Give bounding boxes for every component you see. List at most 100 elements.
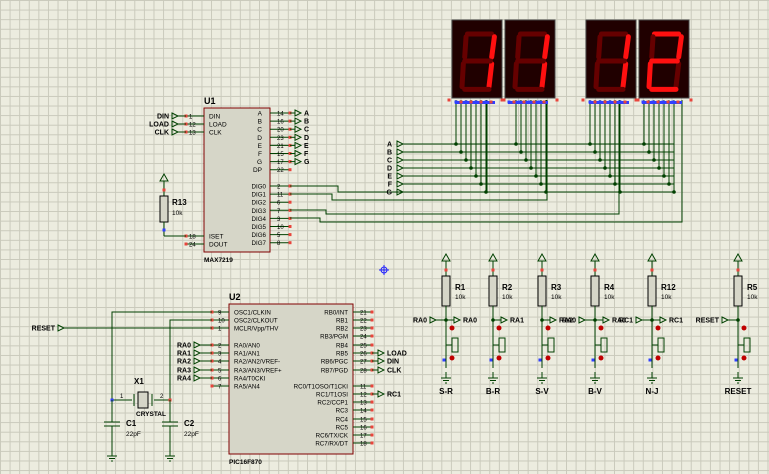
pin-name: E [258, 143, 263, 150]
pin-number: 11 [360, 385, 367, 391]
pin-name: DIG3 [252, 208, 267, 215]
net-label-arrow [721, 316, 730, 324]
pin-marker [370, 318, 374, 322]
button-contact [496, 325, 502, 331]
pin-name: DIG4 [252, 216, 267, 223]
pin-marker [210, 384, 214, 388]
pin-name: DIG0 [252, 184, 267, 191]
cap-value: 22pF [126, 431, 141, 438]
pin-marker [491, 268, 495, 272]
pin-name: DIG1 [252, 192, 267, 199]
push-button-n-j [657, 337, 665, 353]
x1-pin1: 1 [120, 394, 124, 400]
res-ref-r2: R2 [502, 283, 513, 292]
pin-marker [162, 228, 166, 232]
pin-name: DIG7 [252, 240, 267, 247]
pin-name: RB6/PGC [321, 359, 349, 366]
segment-b [623, 34, 631, 60]
cap-ref: C2 [184, 419, 195, 428]
pin-name: CLK [209, 130, 222, 137]
resistor-r4 [590, 275, 600, 307]
res-ref-r12: R12 [661, 283, 676, 292]
pin-number: 10 [218, 319, 225, 325]
pin-name: RC0/T1OSO/T1CKI [294, 384, 349, 391]
button-contact [545, 355, 551, 361]
segment-c [539, 61, 548, 90]
pin-marker [370, 425, 374, 429]
pin-marker [641, 100, 645, 104]
vcc-r2 [488, 252, 498, 262]
pin-marker [527, 100, 531, 104]
pin-marker [370, 326, 374, 330]
push-button-reset [743, 337, 751, 353]
net-label: RC1 [619, 318, 633, 325]
button-contact [655, 325, 661, 331]
net-label-arrow [500, 316, 509, 324]
pin-marker [444, 268, 448, 272]
bus-label-c: C [387, 158, 392, 165]
pin-name: RA0/AN0 [234, 343, 260, 350]
pin-name: OSC1/CLKIN [234, 310, 271, 317]
pin-number: 24 [360, 335, 367, 341]
bus-label-b: B [387, 150, 392, 157]
pin-number: 20 [277, 128, 284, 134]
vcc-r1 [441, 252, 451, 262]
pin-marker [555, 98, 559, 102]
pin-number: 2 [277, 185, 281, 191]
pin-number: 3 [277, 217, 281, 223]
pin-name: ISET [209, 234, 223, 241]
dig1-wire [290, 100, 548, 201]
pin-marker [517, 100, 521, 104]
push-button-b-v [600, 337, 608, 353]
net-label-clk-arrow [377, 366, 386, 374]
pin-marker [464, 100, 468, 104]
pin-number: 9 [218, 311, 222, 317]
u1-part: MAX7219 [204, 257, 233, 264]
res-value: 10k [661, 294, 672, 301]
pin-marker [454, 100, 458, 104]
pin-marker [459, 100, 463, 104]
pin-marker [288, 200, 292, 204]
button-label-s-r: S-R [439, 387, 453, 396]
net-label-ra0-arrow [193, 341, 202, 349]
button-label-b-r: B-R [486, 387, 500, 396]
pin-name: RA3/AN3/VREF+ [234, 368, 282, 375]
segment-b [489, 34, 497, 60]
u2-ref: U2 [229, 292, 241, 302]
pin-marker [500, 98, 504, 102]
pin-number: 3 [218, 352, 222, 358]
x1-pin2: 2 [160, 394, 164, 400]
net-label-ra4: RA4 [177, 376, 191, 383]
pin-number: 23 [360, 327, 367, 333]
pin-marker [370, 384, 374, 388]
button-contact [741, 325, 747, 331]
pin-number: 6 [218, 377, 222, 383]
button-contact [545, 325, 551, 331]
net-label-reset: RESET [32, 326, 56, 333]
pin-number: 1 [218, 327, 222, 333]
net-label-ra3: RA3 [177, 368, 191, 375]
pin-marker [651, 100, 655, 104]
pin-marker [370, 433, 374, 437]
net-label-arrow [602, 316, 611, 324]
bus-label-f: F [388, 182, 393, 189]
button-contact [496, 355, 502, 361]
pin-name: RB4 [336, 343, 349, 350]
net-label-arrow [453, 316, 462, 324]
bus-label-a: A [387, 142, 392, 149]
pin-number: 4 [218, 360, 222, 366]
segment-b [676, 34, 684, 60]
net-label: RA0 [413, 318, 427, 325]
button-contact [741, 355, 747, 361]
net-label: RA0 [463, 318, 477, 325]
pin-number: 2 [218, 344, 222, 350]
resistor-r2 [488, 275, 498, 307]
resistor-r1 [441, 275, 451, 307]
pin-marker [288, 168, 292, 172]
seg-label-a: A [304, 111, 309, 118]
seg-label-e-arrow [294, 141, 303, 150]
pin-number: 1 [189, 115, 193, 121]
pin-number: 16 [360, 426, 367, 432]
res-value: 10k [455, 294, 466, 301]
pin-marker [532, 100, 536, 104]
